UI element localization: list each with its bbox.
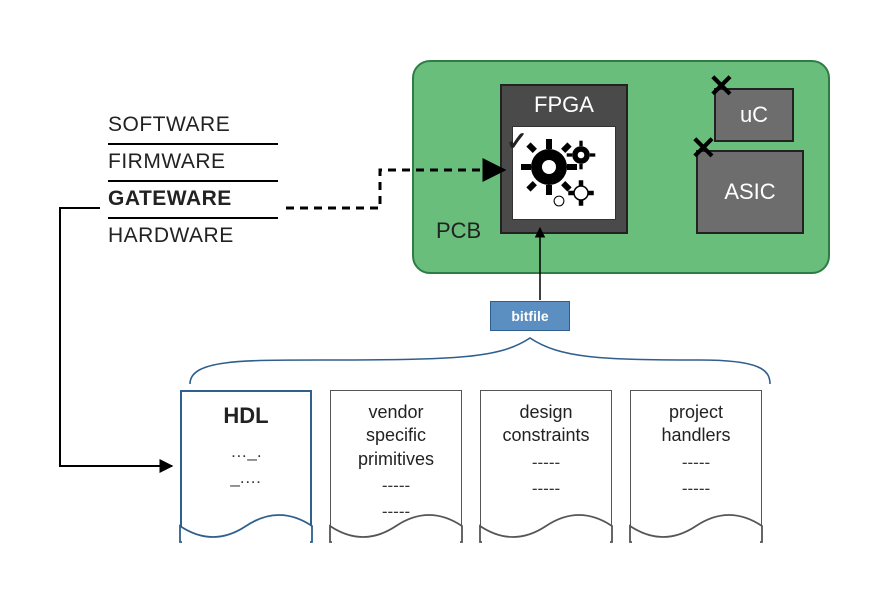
doc-vendor-line2: ----- xyxy=(337,501,455,523)
doc-project-line2: ----- xyxy=(637,478,755,500)
fpga-label: FPGA xyxy=(502,86,626,118)
doc-constraints: design constraints ----- ----- xyxy=(480,390,612,542)
doc-project: project handlers ----- ----- xyxy=(630,390,762,542)
ware-gateware: GATEWARE xyxy=(108,182,278,219)
ware-hardware: HARDWARE xyxy=(108,219,278,254)
doc-project-title: project handlers xyxy=(637,401,755,448)
asic-chip: ASIC ✕ xyxy=(696,150,804,234)
doc-vendor-line1: ----- xyxy=(337,475,455,497)
uc-label: uC xyxy=(740,102,768,128)
doc-hdl-line2: _.… xyxy=(188,467,304,489)
doc-project-line1: ----- xyxy=(637,452,755,474)
ware-stack: SOFTWARE FIRMWARE GATEWARE HARDWARE xyxy=(108,108,278,254)
doc-constraints-line1: ----- xyxy=(487,452,605,474)
bitfile-label: bitfile xyxy=(511,308,548,324)
doc-vendor: vendor specific primitives ----- ----- xyxy=(330,390,462,542)
check-icon: ✓ xyxy=(506,126,528,157)
x-icon: ✕ xyxy=(690,132,717,164)
asic-label: ASIC xyxy=(724,179,775,205)
doc-hdl: HDL …_. _.… xyxy=(180,390,312,542)
doc-constraints-line2: ----- xyxy=(487,478,605,500)
uc-chip: uC ✕ xyxy=(714,88,794,142)
pcb-label: PCB xyxy=(436,218,481,244)
bitfile-box: bitfile xyxy=(490,301,570,331)
doc-vendor-title: vendor specific primitives xyxy=(337,401,455,471)
brace-docs-to-bitfile xyxy=(190,338,770,384)
ware-software: SOFTWARE xyxy=(108,108,278,145)
doc-hdl-line1: …_. xyxy=(188,441,304,463)
ware-firmware: FIRMWARE xyxy=(108,145,278,182)
x-icon: ✕ xyxy=(708,70,735,102)
doc-hdl-title: HDL xyxy=(188,402,304,431)
doc-constraints-title: design constraints xyxy=(487,401,605,448)
gears-icon xyxy=(513,127,617,221)
